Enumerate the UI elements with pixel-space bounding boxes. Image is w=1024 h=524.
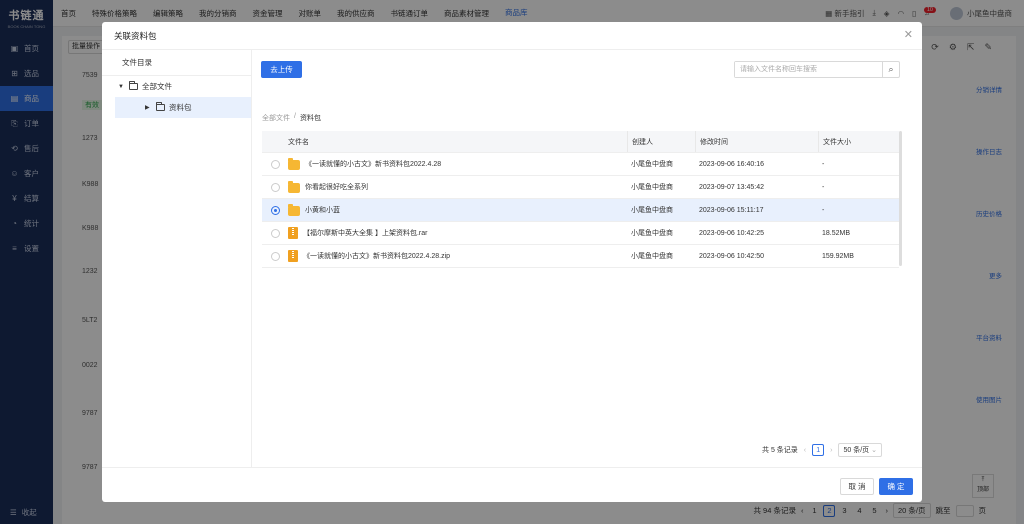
dialog-page-size: 50 条/页 bbox=[843, 447, 870, 454]
dialog-page-size-select[interactable]: 50 条/页 ⌄ bbox=[838, 443, 882, 457]
file-creator: 小尾鱼中盘商 bbox=[631, 230, 673, 237]
caret-right-icon[interactable]: ▶ bbox=[145, 104, 152, 111]
table-header: 文件名 创建人 修改时间 文件大小 bbox=[262, 131, 899, 153]
tree-node-label: 全部文件 bbox=[142, 82, 172, 91]
zip-file-icon bbox=[288, 227, 298, 239]
zip-file-icon bbox=[288, 250, 298, 262]
folder-icon bbox=[288, 157, 300, 170]
search-icon[interactable]: ⌕ bbox=[882, 62, 899, 77]
dialog-page-number[interactable]: 1 bbox=[812, 444, 825, 456]
col-creator: 创建人 bbox=[627, 131, 695, 152]
confirm-button[interactable]: 确 定 bbox=[879, 478, 913, 495]
tree-title: 文件目录 bbox=[102, 50, 251, 76]
file-creator: 小尾鱼中盘商 bbox=[631, 253, 673, 260]
file-creator: 小尾鱼中盘商 bbox=[631, 184, 673, 191]
file-modified-time: 2023-09-06 10:42:25 bbox=[699, 229, 764, 237]
file-name[interactable]: 《一读就懂的小古文》新书资料包2022.4.28 bbox=[305, 159, 441, 169]
caret-down-icon[interactable]: ▼ bbox=[118, 84, 125, 90]
file-size: - bbox=[822, 160, 825, 168]
breadcrumb-current: 资料包 bbox=[299, 115, 321, 122]
chevron-down-icon: ⌄ bbox=[871, 447, 877, 454]
dialog-footer: 取 消 确 定 bbox=[102, 467, 922, 502]
table-scrollbar[interactable] bbox=[899, 131, 902, 266]
close-icon[interactable]: ✕ bbox=[904, 30, 913, 41]
file-name[interactable]: 你看起很好吃全系列 bbox=[305, 182, 368, 192]
prev-page-icon[interactable]: ‹ bbox=[804, 447, 806, 454]
next-page-icon[interactable]: › bbox=[830, 447, 832, 454]
tree-node-label: 资料包 bbox=[169, 103, 192, 112]
table-row[interactable]: 《一读就懂的小古文》新书资料包2022.4.28.zip 小尾鱼中盘商 2023-0… bbox=[262, 245, 899, 268]
col-time: 修改时间 bbox=[695, 131, 818, 152]
file-name[interactable]: 小黄和小蓝 bbox=[305, 205, 340, 215]
table-row[interactable]: 【福尔摩斯中英大全集 】上架资料包.rar 小尾鱼中盘商 2023-09-06 10… bbox=[262, 222, 899, 245]
table-row[interactable]: 小黄和小蓝 小尾鱼中盘商 2023-09-06 15:11:17 - bbox=[262, 199, 899, 222]
file-panel: 去上传 ⌕ 全部文件 / 资料包 文件名 创建人 修改时间 文件大小 《一读就懂… bbox=[252, 50, 922, 467]
file-name[interactable]: 【福尔摩斯中英大全集 】上架资料包.rar bbox=[303, 228, 427, 238]
search-box: ⌕ bbox=[734, 61, 900, 78]
dialog-title: 关联资料包 bbox=[114, 30, 157, 41]
row-radio[interactable] bbox=[270, 159, 280, 169]
row-radio[interactable] bbox=[270, 251, 280, 261]
file-modified-time: 2023-09-06 16:40:16 bbox=[699, 160, 764, 168]
file-creator: 小尾鱼中盘商 bbox=[631, 207, 673, 214]
row-radio[interactable] bbox=[270, 182, 280, 192]
dialog-page-total: 共 5 条记录 bbox=[762, 447, 798, 454]
file-modified-time: 2023-09-06 10:42:50 bbox=[699, 252, 764, 260]
file-table: 文件名 创建人 修改时间 文件大小 《一读就懂的小古文》新书资料包2022.4.… bbox=[262, 131, 899, 268]
dialog-pagination: 共 5 条记录 ‹ 1 › 50 条/页 ⌄ bbox=[762, 443, 882, 457]
file-modified-time: 2023-09-06 15:11:17 bbox=[699, 206, 764, 214]
breadcrumb-root[interactable]: 全部文件 bbox=[262, 113, 290, 123]
row-radio[interactable] bbox=[270, 205, 280, 215]
file-size: 159.92MB bbox=[822, 252, 854, 260]
folder-icon bbox=[288, 180, 300, 193]
file-size: 18.52MB bbox=[822, 229, 851, 237]
col-size: 文件大小 bbox=[818, 131, 899, 152]
upload-button[interactable]: 去上传 bbox=[261, 61, 302, 78]
cancel-button[interactable]: 取 消 bbox=[840, 478, 874, 495]
folder-icon bbox=[129, 81, 138, 90]
file-name[interactable]: 《一读就懂的小古文》新书资料包2022.4.28.zip bbox=[303, 251, 450, 261]
breadcrumb-separator: / bbox=[294, 113, 296, 120]
tree-node-all-files[interactable]: ▼ 全部文件 bbox=[102, 76, 251, 97]
search-input[interactable] bbox=[735, 62, 882, 77]
table-row[interactable]: 你看起很好吃全系列 小尾鱼中盘商 2023-09-07 13:45:42 - bbox=[262, 176, 899, 199]
file-modified-time: 2023-09-07 13:45:42 bbox=[699, 183, 764, 191]
file-size: - bbox=[822, 183, 825, 191]
tree-node-package[interactable]: ▶ 资料包 bbox=[115, 97, 251, 118]
folder-tree: 文件目录 ▼ 全部文件 ▶ 资料包 bbox=[102, 50, 252, 467]
folder-icon bbox=[288, 203, 300, 216]
col-name: 文件名 bbox=[288, 138, 309, 146]
table-row[interactable]: 《一读就懂的小古文》新书资料包2022.4.28 小尾鱼中盘商 2023-09-06… bbox=[262, 153, 899, 176]
link-package-dialog: 关联资料包 ✕ 文件目录 ▼ 全部文件 ▶ 资料包 去上传 ⌕ 全部文件 / 资… bbox=[102, 22, 922, 502]
file-creator: 小尾鱼中盘商 bbox=[631, 161, 673, 168]
breadcrumb: 全部文件 / 资料包 bbox=[262, 113, 321, 123]
folder-icon bbox=[156, 102, 165, 111]
file-size: - bbox=[822, 206, 825, 214]
row-radio[interactable] bbox=[270, 228, 280, 238]
